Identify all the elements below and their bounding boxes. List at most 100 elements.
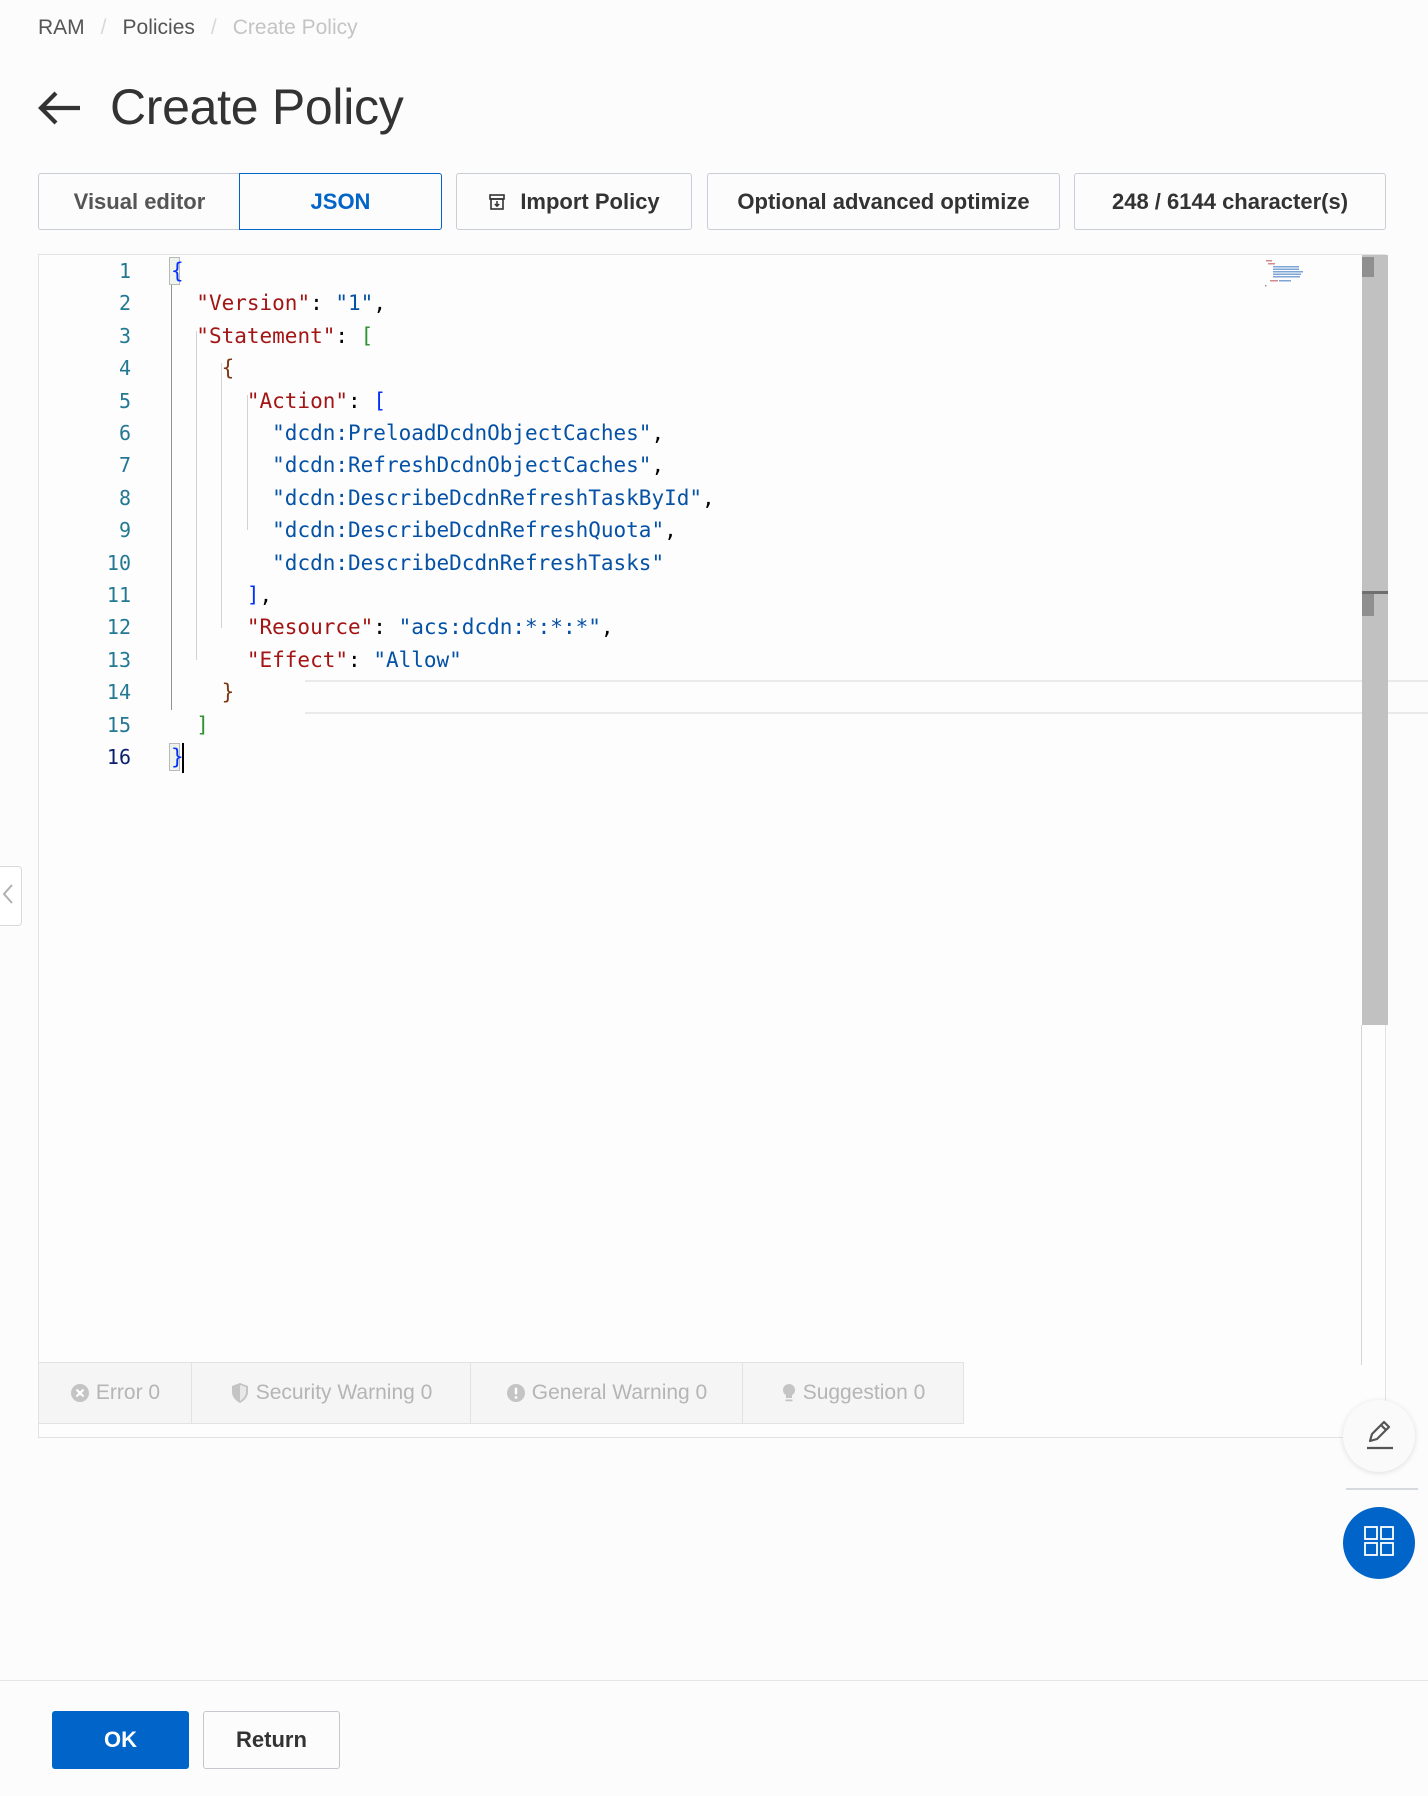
- code-line: "Resource": "acs:dcdn:*:*:*",: [171, 611, 614, 643]
- line-number: 14: [106, 680, 131, 705]
- code-token: "Effect": [246, 647, 349, 672]
- lint-status-bar: Error 0 Security Warning 0 General Warni…: [38, 1362, 964, 1424]
- chevron-left-icon: [2, 883, 14, 910]
- code-token: "dcdn:DescribeDcdnRefreshTasks": [272, 550, 665, 575]
- code-token: "Resource": [246, 615, 374, 640]
- line-number: 16: [106, 745, 131, 769]
- json-code-editor[interactable]: 1 2 3 4 5 6 7 8 9 10 11 12 13 14 15 16 { "Version": "1"…: [38, 254, 1428, 1438]
- footer-divider: [0, 1680, 1428, 1681]
- return-button[interactable]: Return: [203, 1711, 340, 1769]
- code-token: {: [221, 356, 235, 381]
- floating-divider: [1346, 1488, 1418, 1490]
- floating-apps-button[interactable]: [1343, 1507, 1415, 1579]
- code-token: ,: [259, 583, 273, 607]
- exclamation-circle-icon: [506, 1383, 526, 1403]
- status-tab-suggestion[interactable]: Suggestion 0: [743, 1363, 963, 1423]
- import-policy-label: Import Policy: [520, 188, 660, 214]
- code-token: ,: [702, 485, 715, 510]
- page-title: Create Policy: [110, 79, 404, 135]
- line-number: 12: [106, 615, 131, 640]
- code-token: [: [360, 323, 374, 348]
- code-line: "dcdn:DescribeDcdnRefreshTaskById",: [171, 482, 715, 514]
- code-token: "Statement": [196, 323, 336, 348]
- line-number: 10: [106, 550, 131, 575]
- code-token: "Action": [246, 388, 349, 413]
- floating-edit-button[interactable]: [1343, 1400, 1415, 1472]
- code-line: "Action": [: [171, 385, 386, 417]
- pencil-icon: [1362, 1417, 1396, 1456]
- editor-vertical-scrollbar[interactable]: [1362, 255, 1388, 1025]
- line-number: 9: [118, 518, 131, 543]
- sidebar-collapse-handle[interactable]: [0, 866, 22, 926]
- scrollbar-track: [1361, 1025, 1362, 1365]
- code-token: ,: [600, 615, 614, 640]
- code-token: {: [171, 259, 184, 283]
- line-number: 13: [106, 647, 131, 672]
- status-tab-label: Suggestion 0: [802, 1381, 926, 1404]
- code-line: "Statement": [: [171, 320, 373, 352]
- grid-icon: [1363, 1525, 1395, 1562]
- code-line: "dcdn:DescribeDcdnRefreshTasks": [171, 547, 664, 579]
- code-line: "Effect": "Allow": [171, 644, 462, 676]
- code-token: :: [335, 323, 361, 348]
- code-token: :: [373, 615, 399, 640]
- line-number: 4: [118, 356, 131, 381]
- status-tab-general-warning[interactable]: General Warning 0: [471, 1363, 743, 1423]
- code-token: ,: [373, 291, 386, 316]
- code-token: :: [348, 647, 374, 672]
- breadcrumb: RAM / Policies / Create Policy: [38, 16, 358, 40]
- line-number: 11: [106, 583, 131, 607]
- line-number: 8: [118, 485, 131, 510]
- code-line: ],: [171, 579, 272, 611]
- scrollbar-thumb[interactable]: [1362, 257, 1374, 277]
- code-minimap[interactable]: [1265, 259, 1313, 287]
- ok-button[interactable]: OK: [52, 1711, 189, 1769]
- code-token: ,: [651, 421, 665, 445]
- breadcrumb-separator: /: [100, 16, 107, 39]
- error-circle-icon: [70, 1383, 90, 1403]
- import-policy-button[interactable]: Import Policy: [456, 173, 692, 230]
- code-token: "acs:dcdn:*:*:*": [398, 615, 601, 640]
- status-tab-label: Security Warning 0: [255, 1381, 433, 1404]
- breadcrumb-ram[interactable]: RAM: [38, 16, 85, 40]
- breadcrumb-policies[interactable]: Policies: [123, 16, 195, 40]
- optional-advanced-optimize-button[interactable]: Optional advanced optimize: [707, 173, 1060, 230]
- code-token: ]: [196, 712, 209, 737]
- code-line: "dcdn:RefreshDcdnObjectCaches",: [171, 449, 664, 481]
- status-tab-error[interactable]: Error 0: [39, 1363, 192, 1423]
- character-count: 248 / 6144 character(s): [1074, 173, 1386, 230]
- line-number: 5: [118, 388, 131, 413]
- code-token: "Allow": [373, 647, 462, 672]
- breadcrumb-current: Create Policy: [232, 16, 358, 39]
- shield-icon: [230, 1382, 250, 1404]
- code-token: :: [348, 388, 374, 413]
- code-token: ]: [246, 583, 260, 607]
- scrollbar-overview-marker: [1362, 594, 1374, 616]
- code-token: "Version": [196, 291, 311, 316]
- code-token: }: [221, 680, 235, 705]
- line-number: 1: [118, 259, 131, 283]
- import-box-icon: [488, 193, 506, 211]
- line-number: 6: [118, 421, 131, 445]
- code-line: "Version": "1",: [171, 287, 386, 319]
- code-token: :: [310, 291, 336, 316]
- tab-visual-editor[interactable]: Visual editor: [38, 173, 240, 230]
- text-cursor: [182, 743, 184, 773]
- code-token: "1": [335, 291, 374, 316]
- line-number: 7: [118, 453, 131, 478]
- arrow-left-icon[interactable]: [36, 88, 82, 128]
- status-tab-security-warning[interactable]: Security Warning 0: [192, 1363, 471, 1423]
- tab-json[interactable]: JSON: [239, 173, 442, 230]
